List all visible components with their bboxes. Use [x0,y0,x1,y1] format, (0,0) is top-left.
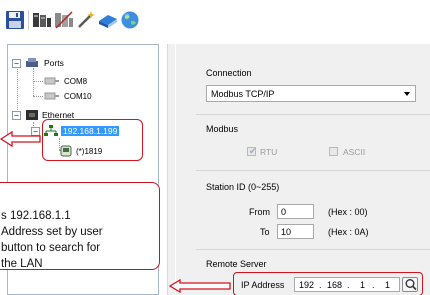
ip-search-button[interactable] [402,277,418,292]
station-title: Station ID (0~255) [206,182,280,192]
ip-octet-2: 168 [327,279,343,290]
tree-label-com8: COM8 [64,76,88,86]
callout-line-1: s 192.168.1.1 [1,210,71,222]
ascii-checkbox[interactable] [329,147,338,156]
annotation-arrow-left [0,131,41,147]
connection-title: Connection [206,68,252,78]
toolbar [0,0,430,40]
annotation-arrow-right [168,279,231,293]
globe-icon[interactable] [120,10,140,30]
panel-divider [175,44,176,295]
rtu-checkbox[interactable]: ✔ [247,146,257,156]
ip-octet-4: 1 [385,279,391,290]
section-divider [196,249,430,250]
tree-item-device[interactable]: (*)1819 [60,144,102,158]
tree-item-ports[interactable]: − Ports [12,56,64,70]
chevron-down-icon [404,92,410,96]
ip-octet-1: 192 [299,279,315,290]
to-input[interactable]: 10 [277,224,314,239]
tree-label-ports: Ports [44,58,64,68]
ascii-label: ASCII [343,147,366,157]
collapse-icon[interactable]: − [12,110,21,120]
device-icon [60,145,72,157]
collapse-icon[interactable]: − [12,58,21,68]
from-hex: (Hex : 00) [328,207,368,217]
modbus-title: Modbus [206,124,239,134]
tree-connector [33,68,34,96]
search-icon [405,279,417,291]
ip-address-label: IP Address [241,280,285,290]
tree-item-com10[interactable]: COM10 [44,89,92,103]
callout-line-3: button to search for [1,242,101,254]
callout-line-2: Address set by user [1,226,103,238]
network-icon [44,125,58,136]
tree-item-ip[interactable]: − 192.168.1.199 [31,124,120,138]
ethernet-icon [26,110,38,120]
annotation-callout: s 192.168.1.1 Address set by user button… [0,182,160,270]
wand-icon[interactable] [76,10,96,30]
section-divider [196,170,430,171]
to-label: To [260,227,270,237]
disconnect-icon[interactable] [54,10,74,30]
from-input[interactable]: 0 [277,204,314,219]
from-value: 0 [281,206,287,217]
ports-icon [26,58,38,67]
tree-label-device: (*)1819 [76,146,103,156]
from-label: From [249,207,270,217]
ip-octet-3: 1 [360,279,366,290]
connection-selected-value: Modbus TCP/IP [211,88,275,99]
rtu-label: RTU [260,147,278,157]
section-divider [196,114,430,115]
tree-label-ip: 192.168.1.199 [61,126,120,136]
ip-dot: . [319,279,322,290]
connect-icon[interactable] [32,10,52,30]
serial-port-icon [44,77,59,85]
connection-select[interactable]: Modbus TCP/IP [206,85,416,102]
ip-dot: . [372,279,375,290]
tree-connector [33,81,43,82]
check-icon: ✔ [249,146,257,156]
save-icon[interactable] [5,10,25,30]
toolbar-separator [28,10,29,30]
to-hex: (Hex : 0A) [328,227,369,237]
book-icon[interactable] [98,10,118,30]
serial-port-icon [44,92,59,100]
tree-item-com8[interactable]: COM8 [44,74,87,88]
ip-address-input[interactable]: 192 . 168 . 1 . 1 [294,277,400,292]
tree-label-com10: COM10 [64,91,92,101]
ip-dot: . [347,279,350,290]
to-value: 10 [281,226,292,237]
remote-server-title: Remote Server [206,259,267,269]
callout-line-4: the LAN [1,258,43,270]
tree-connector [33,96,43,97]
